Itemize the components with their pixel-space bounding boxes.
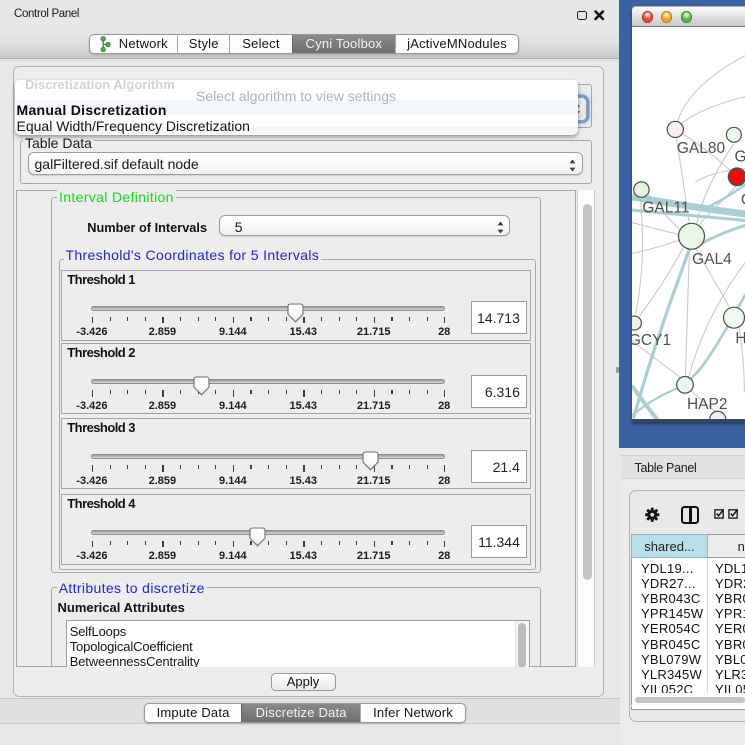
svg-text:GAL80: GAL80 xyxy=(676,139,724,156)
svg-text:HAP2: HAP2 xyxy=(687,395,727,412)
svg-text:C: C xyxy=(740,191,744,208)
svg-text:GA: GA xyxy=(734,148,745,165)
svg-text:GAL11: GAL11 xyxy=(642,199,689,216)
svg-text:GAL4: GAL4 xyxy=(692,250,732,267)
svg-text:HE: HE xyxy=(735,330,745,347)
svg-text:GCY1: GCY1 xyxy=(632,331,671,348)
